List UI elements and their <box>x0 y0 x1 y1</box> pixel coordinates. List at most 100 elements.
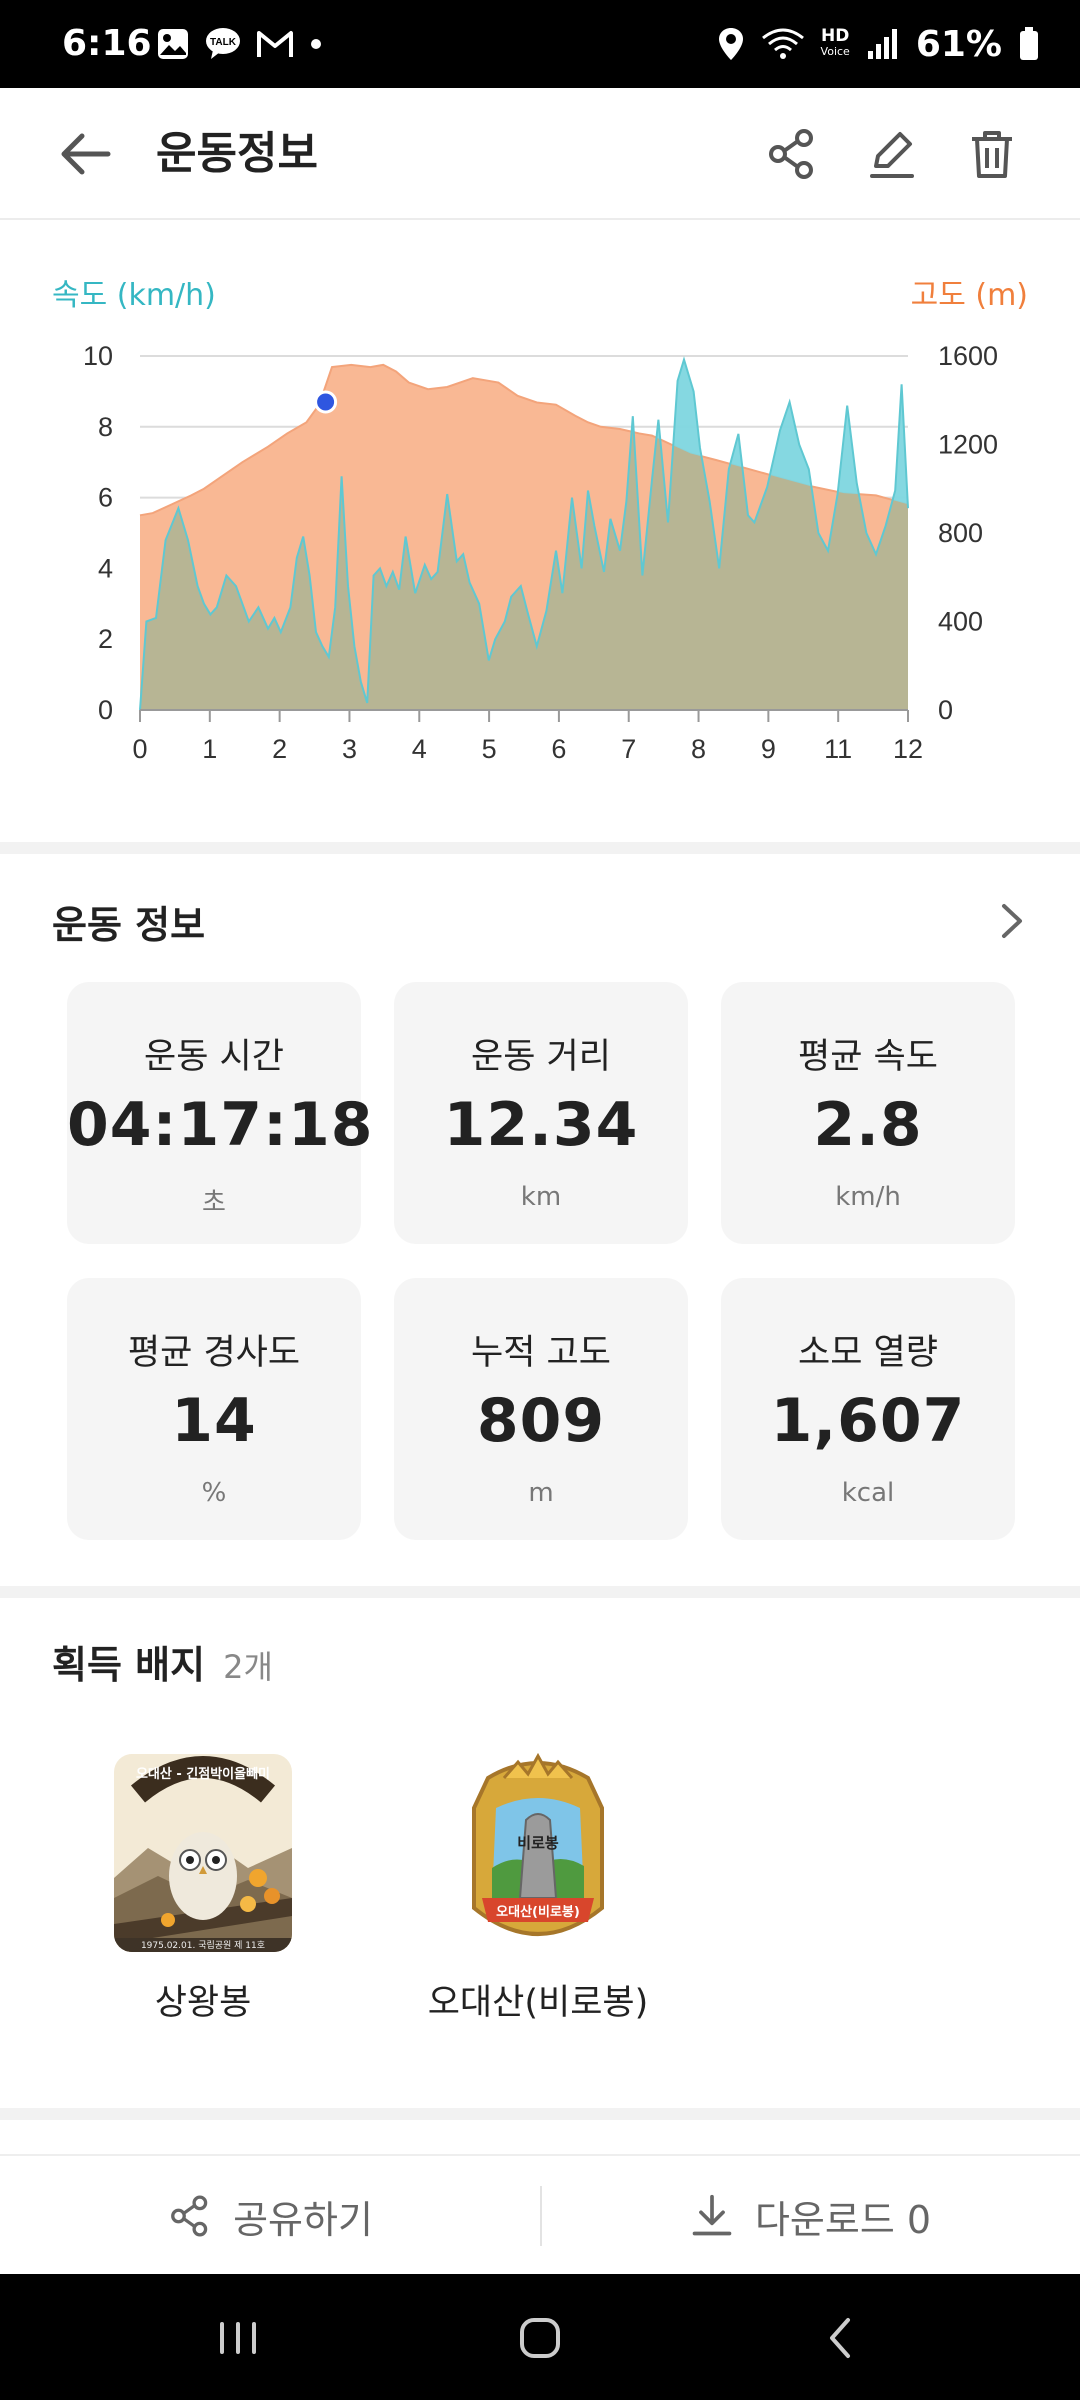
battery-percent: 61% <box>915 23 1002 65</box>
x-tick-label: 6 <box>551 734 566 764</box>
x-tick-label: 1 <box>202 734 217 764</box>
chart-canvas[interactable]: 02468100400800120016000 1 2 3 4 5 6 7 8 9 11 12 <box>0 222 1080 842</box>
page-title: 운동정보 <box>156 128 318 179</box>
x-tick-label: 4 <box>412 734 427 764</box>
elevation-speed-chart: 속도 (km/h) 고도 (m) 0 2 4 6 8 10 0 400 800 1200 1600 0… <box>0 222 1080 842</box>
gallery-icon <box>158 29 188 59</box>
badge-item[interactable]: 오대산 - 긴점박이올빼미 1975.02.01. 국립공원 제 11호 상왕봉 <box>108 1748 298 2025</box>
stat-value: 04:17:18 <box>67 1090 374 1160</box>
share-icon <box>171 2195 208 2237</box>
trash-icon[interactable] <box>964 126 1020 182</box>
stat-unit: km <box>520 1182 562 1212</box>
speed-tick-label: 10 <box>83 341 113 371</box>
x-tick-label: 2 <box>272 734 287 764</box>
stat-card-elevation-gain: 누적 고도 809 m <box>394 1278 688 1540</box>
stat-value: 1,607 <box>770 1386 966 1456</box>
x-tick-label: 0 <box>132 734 147 764</box>
badge-name: 오대산(비로봉) <box>427 1983 649 2023</box>
back-nav-icon[interactable] <box>810 2306 874 2370</box>
system-nav-bar <box>0 2274 1080 2400</box>
stat-unit: % <box>201 1478 227 1508</box>
kakaotalk-icon: TALK <box>206 28 240 59</box>
stat-label: 누적 고도 <box>471 1333 611 1373</box>
dot-icon <box>311 39 321 49</box>
edit-icon[interactable] <box>864 126 920 182</box>
x-tick-label: 7 <box>621 734 636 764</box>
back-arrow-icon[interactable] <box>56 124 116 184</box>
altitude-tick-label: 800 <box>938 518 983 548</box>
altitude-tick-label: 1600 <box>938 341 998 371</box>
chevron-right-icon[interactable] <box>986 896 1036 946</box>
stat-card-calories: 소모 열량 1,607 kcal <box>721 1278 1015 1540</box>
recents-icon[interactable] <box>206 2306 270 2370</box>
system-icons: HD Voice 61% <box>717 0 1040 88</box>
altitude-tick-label: 0 <box>938 695 953 725</box>
stat-label: 운동 시간 <box>144 1037 284 1077</box>
owl-badge-art-text: 오대산 - 긴점박이올빼미 <box>136 1766 270 1782</box>
download-button[interactable]: 다운로드 0 <box>540 2156 1080 2276</box>
x-tick-label: 9 <box>761 734 776 764</box>
mountain-badge-image: 비로봉 오대산(비로봉) <box>472 1752 604 1936</box>
earned-badges-section: 획득 배지 2개 오대산 - 긴점박이올빼미 1975.02.01. 국립공원 … <box>0 1598 1080 2108</box>
notification-icons: TALK <box>156 0 324 88</box>
position-marker <box>314 390 338 414</box>
stat-value: 14 <box>171 1386 257 1456</box>
stat-card-avg-speed: 평균 속도 2.8 km/h <box>721 982 1015 1244</box>
speed-tick-label: 2 <box>98 624 113 654</box>
share-button-label: 공유하기 <box>233 2197 373 2242</box>
download-button-label: 다운로드 0 <box>754 2197 932 2242</box>
location-icon <box>718 28 743 60</box>
section-divider <box>0 842 1080 854</box>
workout-info-title: 운동 정보 <box>52 903 206 947</box>
stat-label: 소모 열량 <box>798 1333 938 1373</box>
svg-text:TALK: TALK <box>210 37 237 48</box>
stat-value: 809 <box>476 1386 606 1456</box>
section-divider <box>0 1586 1080 1598</box>
x-tick-label: 11 <box>824 734 852 764</box>
bottom-action-bar: 공유하기 다운로드 0 <box>0 2154 1080 2274</box>
mountain-badge-art-text: 비로봉 <box>517 1834 559 1852</box>
stat-value: 2.8 <box>813 1090 923 1160</box>
battery-icon <box>1020 27 1038 60</box>
owl-badge-art-caption: 1975.02.01. 국립공원 제 11호 <box>141 1940 265 1951</box>
stat-value: 12.34 <box>443 1090 639 1160</box>
speed-tick-label: 6 <box>98 483 113 513</box>
speed-tick-label: 4 <box>98 553 113 583</box>
gmail-icon <box>257 31 293 57</box>
stat-card-duration: 운동 시간 04:17:18 초 <box>67 982 374 1244</box>
badges-title: 획득 배지 2개 <box>52 1643 273 1687</box>
stat-label: 평균 경사도 <box>127 1333 301 1373</box>
altitude-tick-label: 1200 <box>938 430 998 460</box>
hd-voice-icon: HD Voice <box>820 26 850 59</box>
x-tick-label: 8 <box>691 734 706 764</box>
stat-label: 평균 속도 <box>798 1037 938 1077</box>
badge-name: 상왕봉 <box>154 1983 252 2023</box>
section-divider <box>0 2108 1080 2120</box>
share-icon[interactable] <box>764 126 820 182</box>
stat-unit: m <box>528 1478 554 1508</box>
altitude-tick-label: 400 <box>938 607 983 637</box>
speed-tick-label: 8 <box>98 412 113 442</box>
x-tick-label: 5 <box>482 734 497 764</box>
stat-unit: 초 <box>202 1188 226 1218</box>
badge-count: 2개 <box>223 1648 273 1686</box>
stat-card-avg-slope: 평균 경사도 14 % <box>67 1278 361 1540</box>
home-icon[interactable] <box>508 2306 572 2370</box>
stat-card-distance: 운동 거리 12.34 km <box>394 982 688 1244</box>
status-time: 6:16 <box>62 23 152 64</box>
download-icon <box>692 2194 732 2236</box>
owl-badge-image: 오대산 - 긴점박이올빼미 1975.02.01. 국립공원 제 11호 <box>114 1754 292 1952</box>
workout-info-section: 운동 정보 운동 시간 04:17:18 초 운동 거리 12.34 km 평균… <box>0 854 1080 1584</box>
status-bar: 6:16 TALK HD Voice 61% <box>0 0 1080 88</box>
speed-tick-label: 0 <box>98 695 113 725</box>
share-button[interactable]: 공유하기 <box>0 2156 540 2276</box>
signal-icon <box>867 29 897 59</box>
mountain-badge-art-banner: 오대산(비로봉) <box>496 1904 580 1920</box>
app-bar: 운동정보 <box>0 88 1080 220</box>
stat-unit: km/h <box>835 1182 901 1212</box>
badge-item[interactable]: 비로봉 오대산(비로봉) 오대산(비로봉) <box>420 1748 656 2025</box>
wifi-icon <box>761 28 804 59</box>
x-tick-label: 12 <box>893 734 923 764</box>
stat-unit: kcal <box>841 1478 895 1508</box>
x-tick-label: 3 <box>342 734 357 764</box>
